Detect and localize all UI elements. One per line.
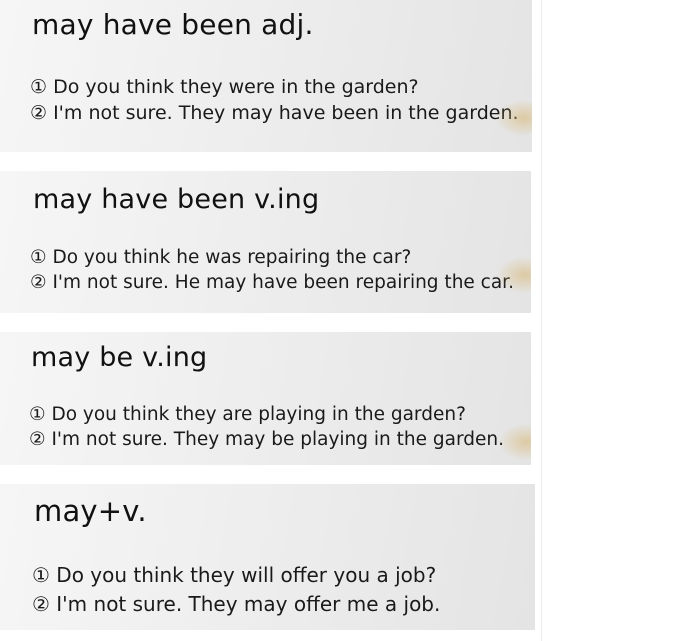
decorative-swirl-icon <box>496 100 532 136</box>
card-question: ① Do you think they are playing in the g… <box>29 404 466 425</box>
card-title: may+v. <box>34 494 147 528</box>
grammar-card-may-have-been-adj: may have been adj. ① Do you think they w… <box>0 0 532 152</box>
decorative-swirl-icon <box>499 424 531 460</box>
card-question: ① Do you think they will offer you a job… <box>32 563 437 587</box>
card-answer: ② I'm not sure. He may have been repairi… <box>30 272 514 293</box>
grammar-card-may-have-been-ving: may have been v.ing ① Do you think he wa… <box>0 171 531 313</box>
page: may have been adj. ① Do you think they w… <box>0 0 679 641</box>
card-title: may have been v.ing <box>33 184 320 215</box>
card-answer: ② I'm not sure. They may be playing in t… <box>29 429 504 450</box>
card-question: ① Do you think he was repairing the car? <box>30 247 412 268</box>
card-title: may have been adj. <box>32 8 314 41</box>
grammar-card-may-be-ving: may be v.ing ① Do you think they are pla… <box>0 332 531 465</box>
grammar-card-may-plus-v: may+v. ① Do you think they will offer yo… <box>0 484 535 630</box>
card-answer: ② I'm not sure. They may have been in th… <box>30 102 519 124</box>
card-title: may be v.ing <box>31 342 208 373</box>
card-answer: ② I'm not sure. They may offer me a job. <box>32 592 441 616</box>
card-question: ① Do you think they were in the garden? <box>30 76 419 98</box>
page-divider <box>541 0 542 641</box>
